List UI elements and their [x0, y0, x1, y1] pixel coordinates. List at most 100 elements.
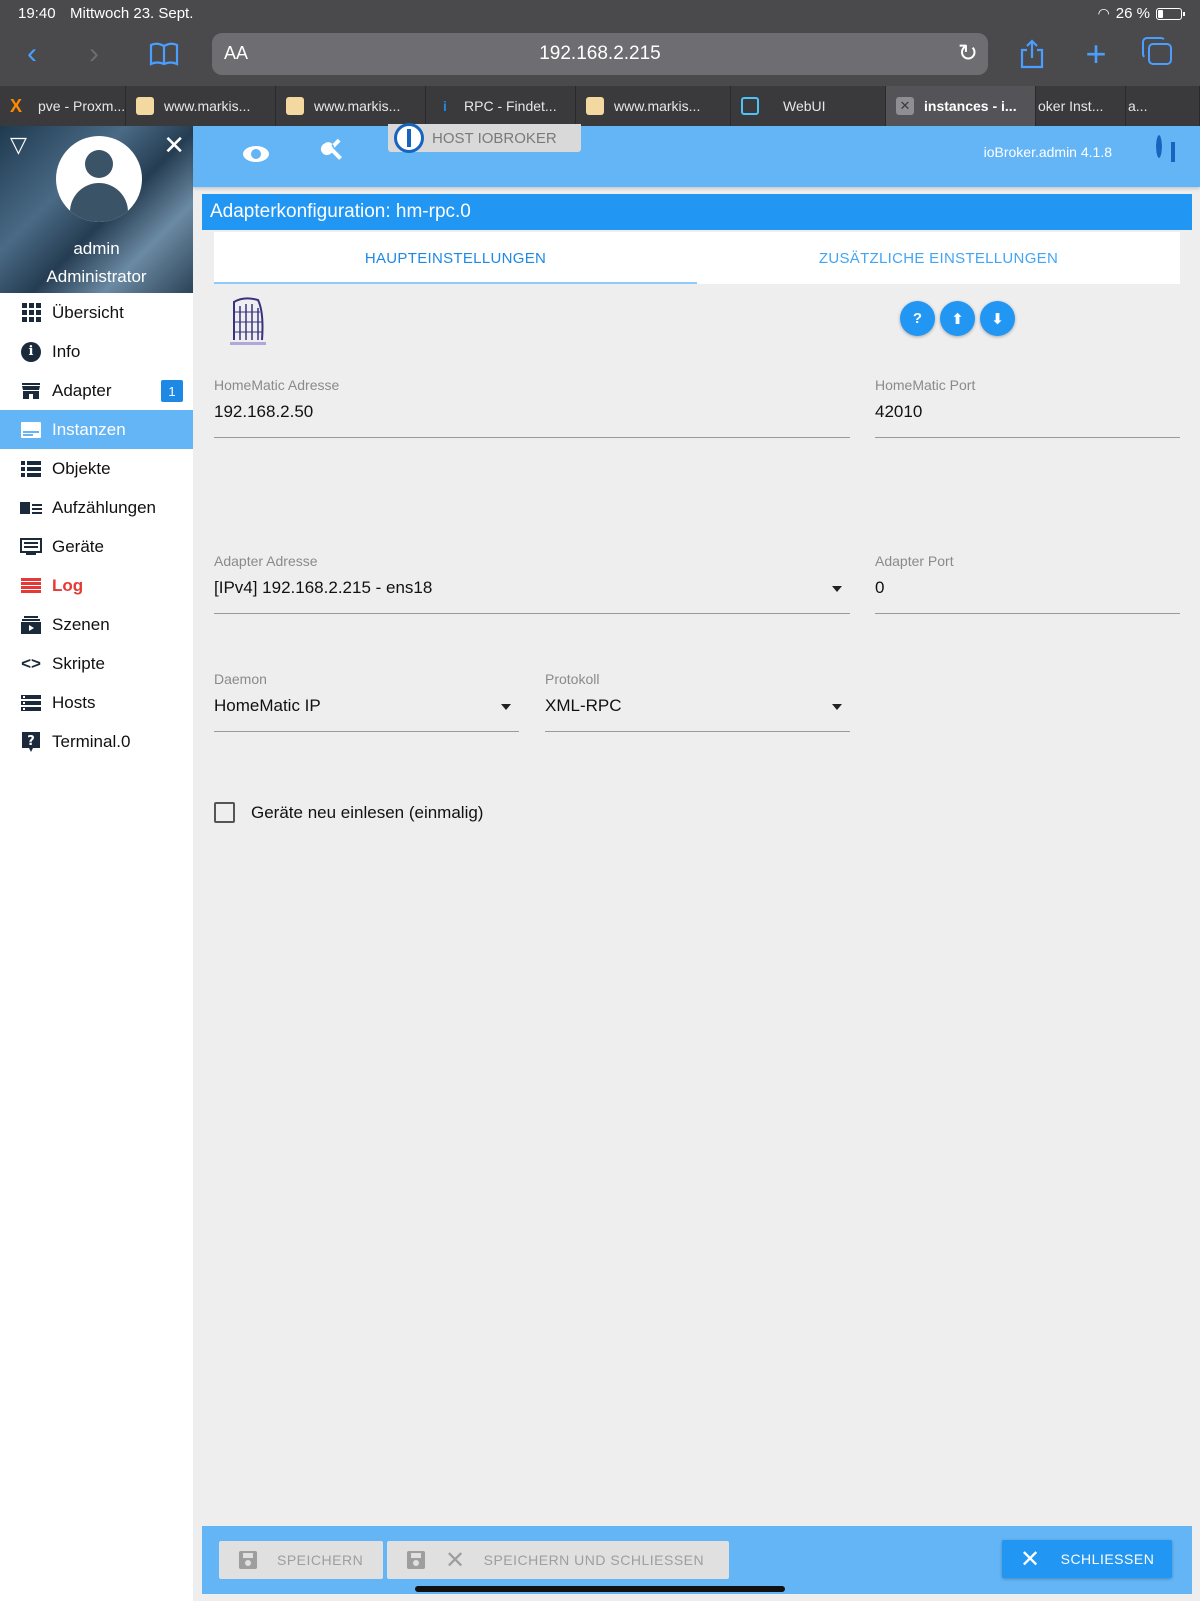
- bookmarks-icon[interactable]: [144, 34, 184, 74]
- admin-version: ioBroker.admin 4.1.8: [983, 144, 1112, 160]
- sidebar-item-objekte[interactable]: Objekte: [0, 449, 193, 488]
- sidebar-item-terminal[interactable]: ? Terminal.0: [0, 722, 193, 761]
- browser-tab[interactable]: www.markis...: [276, 86, 426, 126]
- forward-icon[interactable]: ›: [74, 34, 114, 74]
- help-icon: ?: [20, 731, 42, 752]
- browser-tab[interactable]: i RPC - Findet...: [426, 86, 576, 126]
- reload-icon[interactable]: ↻: [958, 39, 978, 68]
- daemon-select[interactable]: Daemon HomeMatic IP: [214, 671, 519, 732]
- save-icon: [407, 1551, 425, 1569]
- address-bar[interactable]: AA 192.168.2.215 ↻: [212, 33, 988, 75]
- sidebar-item-skripte[interactable]: <> Skripte: [0, 644, 193, 683]
- help-button[interactable]: ?: [900, 301, 935, 336]
- list-icon: [20, 459, 42, 479]
- download-icon: ⬇: [991, 310, 1004, 328]
- field-value[interactable]: HomeMatic IP: [214, 696, 321, 716]
- adapter-address-select[interactable]: Adapter Adresse [IPv4] 192.168.2.215 - e…: [214, 553, 850, 614]
- download-button[interactable]: ⬇: [980, 301, 1015, 336]
- browser-tab[interactable]: Xpve - Proxm...: [0, 86, 126, 126]
- log-icon: [20, 576, 42, 596]
- home-indicator: [415, 1586, 785, 1592]
- save-icon: [239, 1551, 257, 1569]
- site-favicon: [286, 97, 304, 115]
- menu-toggle-icon[interactable]: ▽: [10, 132, 27, 158]
- homematic-logo-icon: [228, 292, 268, 346]
- close-icon: ✕: [1020, 1545, 1041, 1573]
- sidebar-item-info[interactable]: i Info: [0, 332, 193, 371]
- tabs-overview-icon[interactable]: [1140, 34, 1180, 74]
- wrench-icon[interactable]: [315, 132, 357, 174]
- back-icon[interactable]: ‹: [12, 34, 52, 74]
- field-label: HomeMatic Adresse: [214, 377, 340, 393]
- browser-tab[interactable]: WebUI: [731, 86, 886, 126]
- eye-icon[interactable]: [243, 140, 269, 162]
- upload-button[interactable]: ⬆: [940, 301, 975, 336]
- sidebar-item-hosts[interactable]: Hosts: [0, 683, 193, 722]
- save-close-label: SPEICHERN UND SCHLIESSEN: [483, 1552, 705, 1568]
- field-label: Daemon: [214, 671, 267, 687]
- share-icon[interactable]: [1012, 34, 1052, 74]
- scenes-icon: [20, 615, 42, 635]
- sidebar-item-aufzaehlungen[interactable]: Aufzählungen: [0, 488, 193, 527]
- save-label: SPEICHERN: [277, 1552, 364, 1568]
- reread-devices-checkbox[interactable]: [214, 802, 235, 823]
- safari-toolbar: 19:40 Mittwoch 23. Sept. ◠ 26 % ‹ › AA 1…: [0, 0, 1200, 86]
- close-tab-icon[interactable]: ✕: [896, 97, 914, 115]
- save-button[interactable]: SPEICHERN: [219, 1541, 383, 1579]
- field-value[interactable]: [IPv4] 192.168.2.215 - ens18: [214, 578, 432, 598]
- wifi-icon: ◠: [1097, 5, 1110, 21]
- url-text[interactable]: 192.168.2.215: [212, 43, 988, 65]
- help-icon: ?: [912, 310, 923, 327]
- hosts-icon: [20, 693, 42, 713]
- dialog-footer: SPEICHERN ✕ SPEICHERN UND SCHLIESSEN ✕ S…: [202, 1526, 1192, 1594]
- sidebar-item-instanzen[interactable]: Instanzen: [0, 410, 193, 449]
- field-label: Adapter Port: [875, 553, 954, 569]
- instances-icon: [20, 420, 42, 440]
- app-toolbar: HOST IOBROKER ioBroker.admin 4.1.8: [193, 123, 1200, 187]
- dropdown-arrow-icon[interactable]: [832, 704, 842, 710]
- browser-tab[interactable]: oker Inst...: [1036, 86, 1126, 126]
- dropdown-arrow-icon[interactable]: [501, 704, 511, 710]
- info-icon: i: [20, 341, 42, 362]
- field-label: Adapter Adresse: [214, 553, 318, 569]
- field-value[interactable]: 42010: [875, 402, 922, 422]
- status-date: Mittwoch 23. Sept.: [70, 5, 194, 22]
- browser-tab[interactable]: a...: [1126, 86, 1200, 126]
- sidebar-item-geraete[interactable]: Geräte: [0, 527, 193, 566]
- sidebar-menu: Übersicht i Info Adapter 1 Instanzen Obj…: [0, 293, 193, 761]
- code-icon: <>: [21, 653, 41, 673]
- svg-text:?: ?: [27, 734, 35, 749]
- adapter-port-field[interactable]: Adapter Port 0: [875, 553, 1180, 614]
- browser-tab[interactable]: www.markis...: [576, 86, 731, 126]
- config-action-buttons: ? ⬆ ⬇: [900, 301, 1015, 336]
- webui-favicon: [741, 97, 759, 115]
- sidebar-item-uebersicht[interactable]: Übersicht: [0, 293, 193, 332]
- sidebar: ▽ ✕ admin Administrator Übersicht i Info…: [0, 126, 193, 1601]
- browser-tab[interactable]: www.markis...: [126, 86, 276, 126]
- avatar: [56, 136, 142, 222]
- iobroker-logo-icon: [1156, 135, 1190, 172]
- field-value[interactable]: XML-RPC: [545, 696, 622, 716]
- field-value[interactable]: 0: [875, 578, 884, 598]
- tab-main-settings[interactable]: HAUPTEINSTELLUNGEN: [214, 232, 697, 284]
- dropdown-arrow-icon[interactable]: [832, 586, 842, 592]
- browser-tab-active[interactable]: ✕ instances - i...: [886, 86, 1036, 126]
- sidebar-item-adapter[interactable]: Adapter 1: [0, 371, 193, 410]
- devices-icon: [20, 537, 42, 557]
- reread-devices-option[interactable]: Geräte neu einlesen (einmalig): [214, 802, 483, 823]
- field-value[interactable]: 192.168.2.50: [214, 402, 313, 422]
- sidebar-item-log[interactable]: Log: [0, 566, 193, 605]
- protocol-select[interactable]: Protokoll XML-RPC: [545, 671, 850, 732]
- tab-additional-settings[interactable]: ZUSÄTZLICHE EINSTELLUNGEN: [697, 232, 1180, 284]
- host-selector[interactable]: HOST IOBROKER: [388, 123, 581, 153]
- save-and-close-button[interactable]: ✕ SPEICHERN UND SCHLIESSEN: [387, 1541, 729, 1579]
- homematic-port-field[interactable]: HomeMatic Port 42010: [875, 377, 1180, 438]
- close-button[interactable]: ✕ SCHLIESSEN: [1002, 1540, 1172, 1578]
- iobroker-logo-icon: [394, 123, 424, 153]
- proxmox-icon: X: [10, 96, 23, 116]
- homematic-address-field[interactable]: HomeMatic Adresse 192.168.2.50: [214, 377, 850, 438]
- sidebar-item-szenen[interactable]: Szenen: [0, 605, 193, 644]
- new-tab-icon[interactable]: +: [1076, 33, 1116, 74]
- close-icon[interactable]: ✕: [163, 130, 185, 161]
- battery-icon: [1156, 7, 1185, 20]
